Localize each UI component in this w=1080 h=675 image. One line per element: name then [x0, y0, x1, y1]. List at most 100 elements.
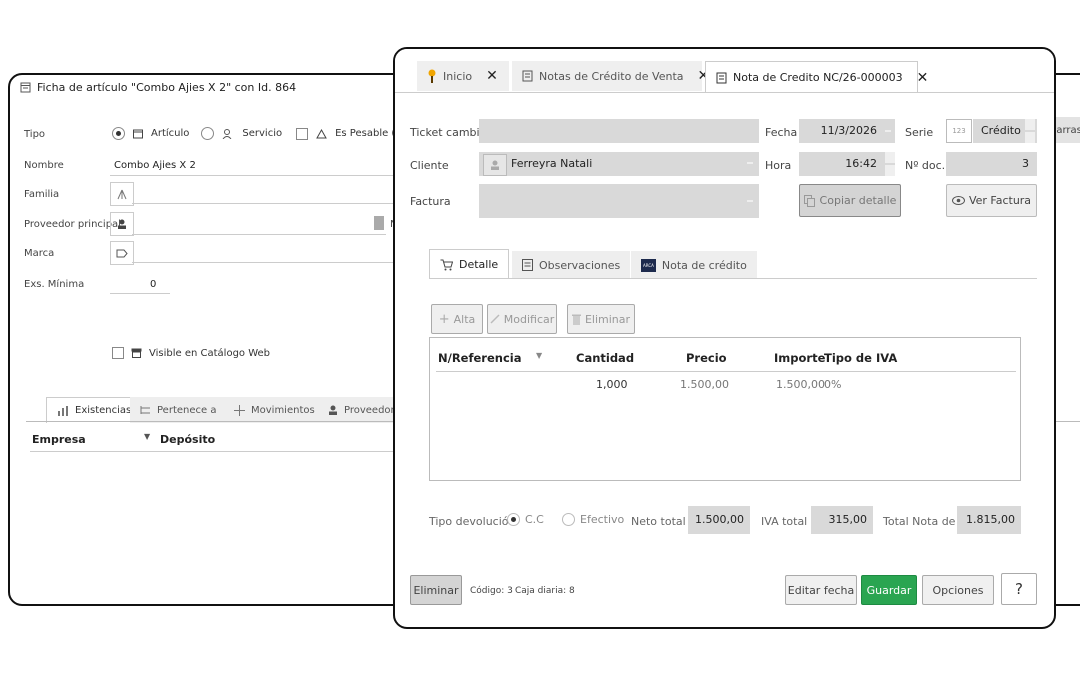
- familia-icon-button[interactable]: [110, 182, 134, 206]
- col-precio[interactable]: Precio: [686, 351, 727, 365]
- visible-checkbox[interactable]: [112, 347, 124, 359]
- col-cantidad[interactable]: Cantidad: [576, 351, 634, 365]
- factura-label: Factura: [410, 195, 451, 208]
- marca-field[interactable]: [132, 262, 402, 263]
- serie-spinner[interactable]: [1025, 119, 1035, 143]
- hora-label: Hora: [765, 159, 792, 172]
- tab-nota-credito-active[interactable]: Nota de Credito NC/26-000003 ✕: [705, 61, 928, 93]
- cart-icon: [440, 259, 453, 271]
- exs-value[interactable]: 0: [150, 279, 156, 290]
- total-label: Total Nota de: [883, 515, 956, 528]
- person-service-icon: [222, 128, 234, 139]
- dropdown-arrow-icon[interactable]: [885, 130, 891, 132]
- ver-factura-button[interactable]: Ver Factura: [946, 184, 1037, 217]
- alta-label: Alta: [453, 312, 476, 326]
- opciones-button[interactable]: Opciones: [922, 575, 994, 605]
- factura-field[interactable]: [479, 184, 759, 218]
- ndoc-label: Nº doc.: [905, 159, 946, 172]
- serie-value: Crédito: [981, 124, 1021, 137]
- col-empresa[interactable]: Empresa: [32, 433, 86, 446]
- radio-cc[interactable]: [507, 513, 520, 526]
- tab-notas-credito-venta[interactable]: Notas de Crédito de Venta ✕: [512, 61, 709, 91]
- box-icon: [133, 129, 143, 139]
- col-n-referencia[interactable]: N/Referencia: [438, 351, 521, 365]
- tipo-devolucion-label: Tipo devolució: [429, 515, 509, 528]
- article-window-title: Ficha de artículo "Combo Ajies X 2" con …: [37, 81, 297, 94]
- tab-movimientos[interactable]: Movimientos: [224, 397, 325, 423]
- familia-field[interactable]: [132, 203, 402, 204]
- tab-existencias[interactable]: Existencias: [46, 397, 143, 423]
- tab-movimientos-label: Movimientos: [251, 404, 315, 416]
- iva-value: 315,00: [828, 513, 868, 526]
- modificar-button[interactable]: Modificar: [487, 304, 557, 334]
- eliminar-button[interactable]: Eliminar: [410, 575, 462, 605]
- efectivo-option[interactable]: Efectivo: [562, 513, 624, 526]
- trash-icon: [571, 314, 581, 325]
- eliminar-row-button[interactable]: Eliminar: [567, 304, 635, 334]
- fecha-field[interactable]: 11/3/2026: [799, 119, 895, 143]
- proveedor-field[interactable]: [132, 212, 386, 235]
- total-field: 1.815,00: [957, 506, 1021, 534]
- arrows-icon: [234, 404, 245, 416]
- marca-label: Marca: [24, 248, 55, 259]
- article-window-titlebar: Ficha de artículo "Combo Ajies X 2" con …: [20, 81, 296, 94]
- visible-catalogo: Visible en Catálogo Web: [112, 347, 270, 359]
- nota-credito-window: Inicio ✕ Notas de Crédito de Venta ✕ Not…: [393, 47, 1056, 629]
- proveedor-dropdown-button[interactable]: [374, 216, 384, 230]
- copy-icon: [803, 194, 815, 207]
- marca-icon-button[interactable]: [110, 241, 134, 265]
- col-tipo-iva[interactable]: Tipo de IVA: [824, 351, 897, 365]
- numbers-icon: 123: [952, 127, 966, 135]
- table-row[interactable]: 1,000 1.500,00 1.500,00 0%: [436, 374, 1016, 394]
- document-icon: [20, 82, 31, 93]
- dropdown-arrow-icon[interactable]: [747, 200, 753, 202]
- tipo-articulo-label: Artículo: [151, 128, 190, 139]
- radio-efectivo[interactable]: [562, 513, 575, 526]
- proveedor-label: Proveedor principal: [24, 219, 121, 230]
- serie-label: Serie: [905, 126, 934, 139]
- cliente-icon-button[interactable]: [483, 154, 507, 176]
- pesable-checkbox[interactable]: [296, 127, 309, 140]
- tab-observaciones[interactable]: Observaciones: [512, 251, 631, 279]
- codigo-text: Código: 3: [470, 586, 513, 596]
- copiar-detalle-button[interactable]: Copiar detalle: [799, 184, 901, 217]
- hora-spinner[interactable]: [885, 152, 895, 176]
- tab-nota-de-credito-label: Nota de crédito: [661, 258, 747, 272]
- tipo-servicio-label: Servicio: [242, 128, 283, 139]
- serie-field[interactable]: Crédito: [973, 119, 1037, 143]
- proveedor-icon-button[interactable]: [110, 212, 134, 236]
- radio-articulo[interactable]: [112, 127, 125, 140]
- close-icon[interactable]: ✕: [486, 68, 498, 84]
- help-button[interactable]: ?: [1001, 573, 1037, 605]
- guardar-button[interactable]: Guardar: [861, 575, 917, 605]
- col-importe[interactable]: Importe: [774, 351, 825, 365]
- tab-detalle[interactable]: Detalle: [429, 249, 510, 279]
- guardar-label: Guardar: [866, 583, 912, 597]
- dropdown-arrow-icon[interactable]: [747, 162, 753, 164]
- ndoc-field[interactable]: 3: [946, 152, 1037, 176]
- nombre-label: Nombre: [24, 160, 64, 171]
- copiar-detalle-label: Copiar detalle: [819, 194, 897, 207]
- editar-fecha-button[interactable]: Editar fecha: [785, 575, 857, 605]
- tab-existencias-label: Existencias: [75, 405, 132, 416]
- chart-icon: [57, 405, 69, 416]
- tab-pertenece[interactable]: Pertenece a: [130, 397, 227, 423]
- visible-label: Visible en Catálogo Web: [149, 347, 271, 359]
- alta-button[interactable]: + Alta: [431, 304, 483, 334]
- neto-label: Neto total: [631, 515, 686, 528]
- radio-servicio[interactable]: [201, 127, 215, 140]
- cc-option[interactable]: C.C: [507, 513, 544, 526]
- ticket-cambio-field[interactable]: [479, 119, 759, 143]
- caja-text: Caja diaria: 8: [515, 586, 575, 596]
- cc-label: C.C: [525, 513, 544, 526]
- close-icon[interactable]: ✕: [917, 70, 929, 86]
- help-label: ?: [1015, 580, 1023, 598]
- nombre-value[interactable]: Combo Ajies X 2: [114, 160, 196, 171]
- tab-nota-de-credito[interactable]: ARCA Nota de crédito: [631, 251, 757, 279]
- cliente-field[interactable]: Ferreyra Natali: [479, 152, 759, 176]
- hora-field[interactable]: 16:42: [799, 152, 895, 176]
- col-deposito[interactable]: Depósito: [160, 433, 215, 446]
- modificar-label: Modificar: [503, 312, 555, 326]
- familia-label: Familia: [24, 189, 60, 200]
- tab-inicio[interactable]: Inicio ✕: [417, 61, 509, 91]
